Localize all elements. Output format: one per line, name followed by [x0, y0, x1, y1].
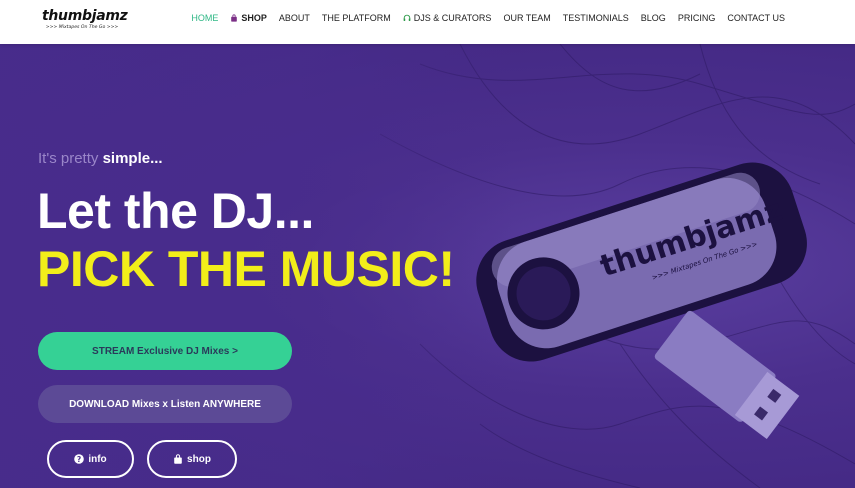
- stream-button-label: STREAM Exclusive DJ Mixes >: [92, 345, 238, 357]
- nav-testimonials[interactable]: TESTIMONIALS: [557, 13, 635, 23]
- nav-the-platform[interactable]: THE PLATFORM: [316, 13, 397, 23]
- hero-headline: Let the DJ...: [37, 183, 314, 239]
- shop-button-label: shop: [187, 453, 211, 465]
- stream-mixes-button[interactable]: STREAM Exclusive DJ Mixes >: [38, 332, 292, 370]
- nav-blog[interactable]: BLOG: [635, 13, 672, 23]
- nav-our-team[interactable]: OUR TEAM: [497, 13, 556, 23]
- nav-djs-curators[interactable]: DJS & CURATORS: [397, 13, 498, 23]
- nav-djs-label: DJS & CURATORS: [413, 13, 492, 23]
- kicker-emphasis: simple...: [102, 150, 163, 167]
- info-button[interactable]: ? info: [47, 440, 134, 478]
- nav-pricing-label: PRICING: [677, 13, 716, 23]
- main-nav: HOME SHOP ABOUT THE PLATFORM DJS & CURAT…: [185, 0, 791, 36]
- site-logo[interactable]: thumbjamz >>> Mixtapes On The Go >>>: [42, 8, 128, 32]
- nav-shop[interactable]: SHOP: [224, 13, 273, 23]
- question-circle-icon: ?: [74, 454, 85, 464]
- shopping-bag-icon: [231, 14, 238, 22]
- nav-about-label: ABOUT: [278, 13, 310, 23]
- shopping-bag-icon: [174, 454, 182, 464]
- nav-pricing[interactable]: PRICING: [672, 13, 722, 23]
- svg-text:?: ?: [77, 455, 81, 464]
- nav-contact-label: CONTACT US: [727, 13, 785, 23]
- hero-subheadline: PICK THE MUSIC!: [37, 241, 455, 297]
- nav-contact-us[interactable]: CONTACT US: [721, 13, 791, 23]
- nav-platform-label: THE PLATFORM: [321, 13, 391, 23]
- nav-home[interactable]: HOME: [185, 13, 224, 23]
- info-button-label: info: [88, 453, 107, 465]
- site-header: thumbjamz >>> Mixtapes On The Go >>> HOM…: [0, 0, 855, 44]
- nav-blog-label: BLOG: [640, 13, 666, 23]
- usb-drive-image: thumbjamz >>> Mixtapes On The Go >>>: [476, 162, 807, 440]
- download-mixes-button[interactable]: DOWNLOAD Mixes x Listen ANYWHERE: [38, 385, 292, 423]
- download-button-label: DOWNLOAD Mixes x Listen ANYWHERE: [69, 398, 261, 410]
- nav-testimonials-label: TESTIMONIALS: [562, 13, 629, 23]
- kicker-prefix: It's pretty: [38, 150, 103, 167]
- logo-tagline: >>> Mixtapes On The Go >>>: [45, 25, 119, 30]
- nav-shop-label: SHOP: [241, 13, 267, 23]
- logo-wordmark: thumbjamz: [42, 8, 128, 24]
- nav-home-label: HOME: [191, 13, 219, 23]
- nav-team-label: OUR TEAM: [503, 13, 551, 23]
- hero-kicker: It's pretty simple...: [38, 150, 163, 167]
- nav-about[interactable]: ABOUT: [273, 13, 316, 23]
- shop-button[interactable]: shop: [147, 440, 237, 478]
- hero-section: thumbjamz >>> Mixtapes On The Go >>> It'…: [0, 44, 855, 488]
- headphones-icon: [403, 14, 411, 22]
